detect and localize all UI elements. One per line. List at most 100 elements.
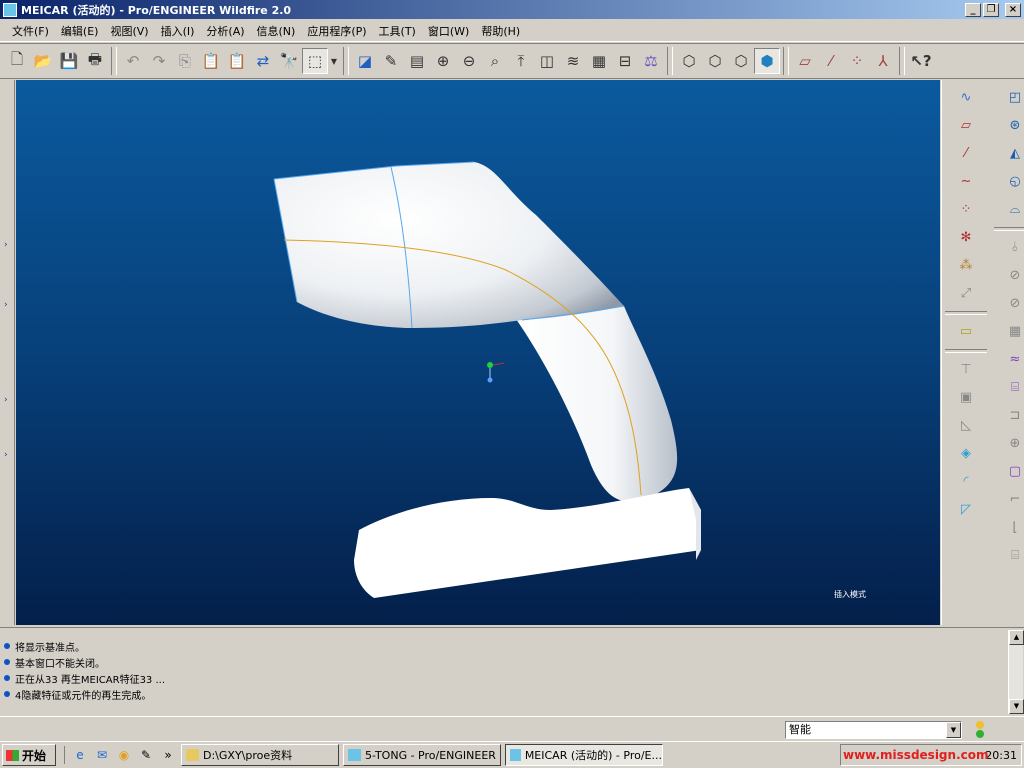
trim-icon[interactable]: ⊘	[1002, 290, 1024, 316]
offset-icon[interactable]: ≈	[1002, 346, 1024, 372]
repaint-icon[interactable]: ◪	[352, 48, 378, 74]
rib-icon[interactable]: ◺	[953, 412, 979, 438]
datum-curve-sketch-icon[interactable]: ∿	[953, 84, 979, 110]
tolerance-icon[interactable]: ⚖	[638, 48, 664, 74]
chevron-down-icon[interactable]: ▼	[946, 722, 961, 738]
datum-axis-display-icon[interactable]: ⁄	[818, 48, 844, 74]
revolve-icon[interactable]: ⊛	[1002, 112, 1024, 138]
mirror-icon[interactable]: ⫰	[1002, 234, 1024, 260]
annotation-icon[interactable]: ▭	[953, 318, 979, 344]
menu-help[interactable]: 帮助(H)	[475, 23, 526, 39]
paste-icon[interactable]: 📋	[198, 48, 224, 74]
expand-arrow-icon[interactable]: ›	[4, 300, 8, 310]
close-button[interactable]: ×	[1005, 2, 1021, 17]
round-icon[interactable]: ◜	[953, 468, 979, 494]
regenerate-icon[interactable]: ⇄	[250, 48, 276, 74]
model-head-surface[interactable]	[274, 162, 624, 328]
saved-views-icon[interactable]: ▤	[404, 48, 430, 74]
menu-view[interactable]: 视图(V)	[104, 23, 154, 39]
selection-filter-select[interactable]: 智能 ▼	[785, 721, 962, 739]
style-icon[interactable]: ⌓	[1002, 196, 1024, 222]
flatten-icon[interactable]: ⌸	[1002, 542, 1024, 568]
graphics-window[interactable]: 插入模式	[16, 80, 940, 625]
extrude-icon[interactable]: ◰	[1002, 84, 1024, 110]
draft-icon[interactable]: ◈	[953, 440, 979, 466]
maximize-button[interactable]: ❐	[983, 2, 999, 17]
menu-applications[interactable]: 应用程序(P)	[301, 23, 372, 39]
copy-icon[interactable]: ⎘	[172, 48, 198, 74]
menu-insert[interactable]: 插入(I)	[155, 23, 201, 39]
expand-arrow-icon[interactable]: ›	[4, 395, 8, 405]
thicken-icon[interactable]: ⌸	[1002, 374, 1024, 400]
model-tree-icon[interactable]: ▦	[586, 48, 612, 74]
menu-window[interactable]: 窗口(W)	[422, 23, 475, 39]
menu-info[interactable]: 信息(N)	[251, 23, 302, 39]
csys-display-icon[interactable]: ⅄	[870, 48, 896, 74]
start-button[interactable]: 开始	[2, 744, 56, 766]
new-icon[interactable]: 🗋	[4, 48, 30, 74]
select-box-icon[interactable]: ⬚	[302, 48, 328, 74]
project-icon[interactable]: ▢	[1002, 458, 1024, 484]
datum-point-icon[interactable]: ⁘	[953, 196, 979, 222]
intersect-icon[interactable]: ⊕	[1002, 430, 1024, 456]
ie-icon[interactable]: e	[71, 746, 89, 764]
menu-tools[interactable]: 工具(T)	[373, 23, 422, 39]
layers-icon[interactable]: ≋	[560, 48, 586, 74]
more-icon[interactable]: »	[159, 746, 177, 764]
menu-file[interactable]: 文件(F)	[6, 23, 55, 39]
datum-plane-icon[interactable]: ▱	[953, 112, 979, 138]
wireframe-icon[interactable]: ⬡	[676, 48, 702, 74]
menu-edit[interactable]: 编辑(E)	[55, 23, 105, 39]
variable-sweep-icon[interactable]: ◭	[1002, 140, 1024, 166]
solidify-icon[interactable]: ⊐	[1002, 402, 1024, 428]
scroll-up-icon[interactable]: ▲	[1009, 630, 1024, 645]
refit-icon[interactable]: ⌕	[482, 48, 508, 74]
find-icon[interactable]: 🔭	[276, 48, 302, 74]
media-player-icon[interactable]: ◉	[115, 746, 133, 764]
measure-icon[interactable]: ⊟	[612, 48, 638, 74]
expand-arrow-icon[interactable]: ›	[4, 240, 8, 250]
orient-icon[interactable]: ✎	[378, 48, 404, 74]
spin-center-icon[interactable]: ⤒	[508, 48, 534, 74]
scroll-down-icon[interactable]: ▼	[1009, 699, 1024, 714]
zoom-out-icon[interactable]: ⊖	[456, 48, 482, 74]
csys-icon[interactable]: ⤢	[953, 280, 979, 306]
hidden-line-icon[interactable]: ⬡	[702, 48, 728, 74]
print-icon[interactable]: 🖶	[82, 48, 108, 74]
task-explorer[interactable]: D:\GXY\proe资料	[181, 744, 339, 766]
model-canvas[interactable]	[16, 80, 940, 625]
view-manager-icon[interactable]: ◫	[534, 48, 560, 74]
datum-point-field-icon[interactable]: ⁂	[953, 252, 979, 278]
zoom-in-icon[interactable]: ⊕	[430, 48, 456, 74]
menu-analysis[interactable]: 分析(A)	[200, 23, 250, 39]
wrap-icon[interactable]: ⌐	[1002, 486, 1024, 512]
context-help-icon[interactable]: ↖?	[908, 48, 934, 74]
model-base-solid[interactable]	[354, 488, 701, 598]
pattern-icon[interactable]: ▦	[1002, 318, 1024, 344]
datum-plane-display-icon[interactable]: ▱	[792, 48, 818, 74]
datum-point-display-icon[interactable]: ⁘	[844, 48, 870, 74]
outlook-icon[interactable]: ✉	[93, 746, 111, 764]
chamfer-icon[interactable]: ◸	[953, 496, 979, 522]
shading-icon[interactable]: ⬢	[754, 48, 780, 74]
clock[interactable]: 20:31	[985, 749, 1017, 762]
datum-point-blue[interactable]	[487, 377, 493, 383]
navigator-collapsed-strip[interactable]: › › › ›	[0, 80, 15, 625]
task-meicar[interactable]: MEICAR (活动的) - Pro/E...	[505, 744, 663, 766]
shell-icon[interactable]: ▣	[953, 384, 979, 410]
datum-axis-icon[interactable]: ⁄	[953, 140, 979, 166]
task-5tong[interactable]: 5-TONG - Pro/ENGINEER	[343, 744, 501, 766]
redo-icon[interactable]: ↷	[146, 48, 172, 74]
model-handle-surface[interactable]	[516, 300, 678, 502]
minimize-button[interactable]: _	[965, 2, 981, 17]
undo-icon[interactable]: ↶	[120, 48, 146, 74]
merge-icon[interactable]: ⊘	[1002, 262, 1024, 288]
notepad-icon[interactable]: ✎	[137, 746, 155, 764]
paste-special-icon[interactable]: 📋	[224, 48, 250, 74]
datum-point-green[interactable]	[487, 362, 493, 368]
extend-icon[interactable]: ⌊	[1002, 514, 1024, 540]
hole-icon[interactable]: ⊤	[953, 356, 979, 382]
expand-arrow-icon[interactable]: ›	[4, 450, 8, 460]
open-icon[interactable]: 📂	[30, 48, 56, 74]
datum-point-offset-icon[interactable]: ✻	[953, 224, 979, 250]
